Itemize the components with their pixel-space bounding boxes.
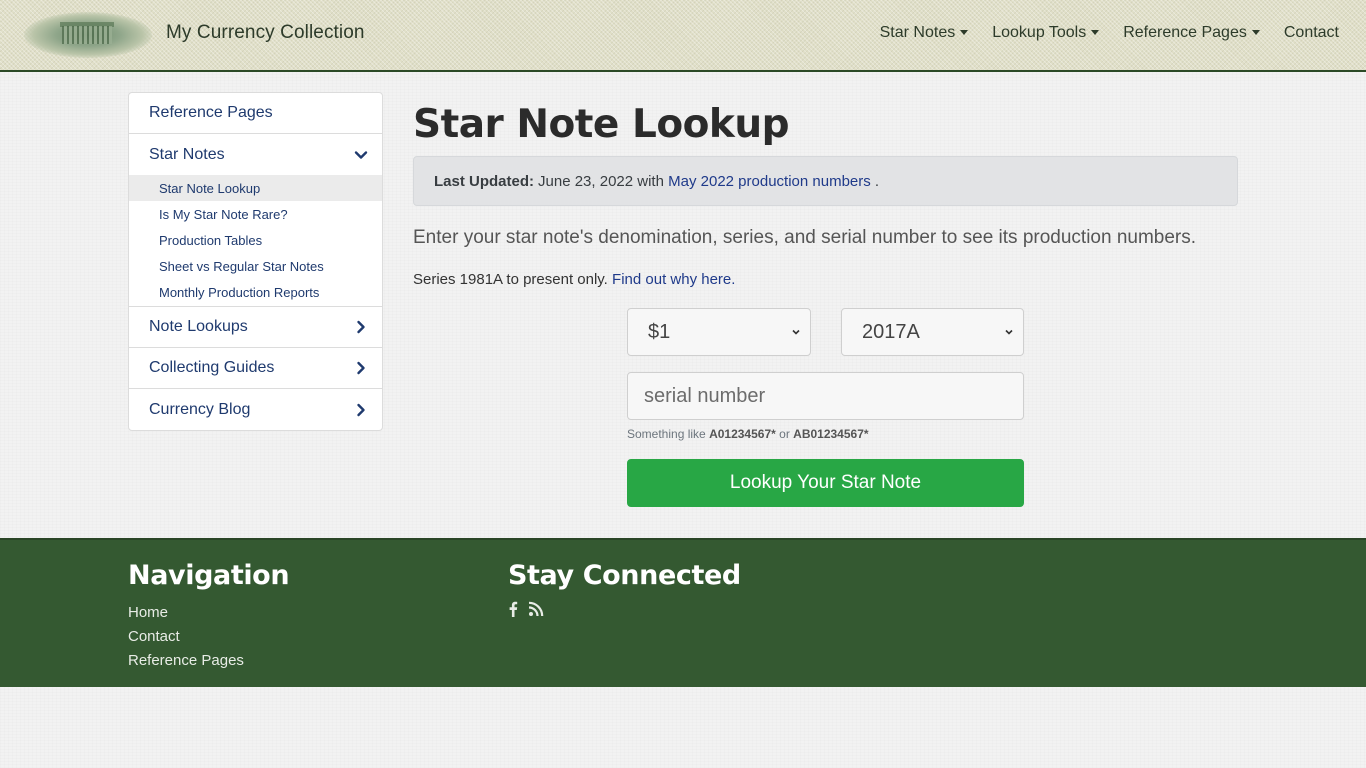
sidebar-item-label: Currency Blog xyxy=(149,400,251,418)
sidebar-item-label: Note Lookups xyxy=(149,318,248,335)
sidebar-item-collecting-guides[interactable]: Collecting Guides xyxy=(129,348,382,389)
chevron-down-icon xyxy=(1005,329,1013,335)
lead-text: Enter your star note's denomination, ser… xyxy=(413,227,1197,248)
rss-icon[interactable] xyxy=(528,601,544,617)
sidebar-item-label: Reference Pages xyxy=(149,104,273,121)
last-updated-alert: Last Updated: June 23, 2022 with May 202… xyxy=(413,156,1238,206)
footer-navigation: Navigation Home Contact Reference Pages xyxy=(128,560,290,673)
nav-label: Reference Pages xyxy=(1123,24,1247,41)
help-prefix: Something like xyxy=(627,427,706,441)
caret-down-icon xyxy=(1251,29,1260,35)
facebook-icon[interactable] xyxy=(508,601,518,617)
denomination-select[interactable]: $1 xyxy=(627,308,811,356)
sidebar-subitem-is-my-star-note-rare[interactable]: Is My Star Note Rare? xyxy=(129,201,382,227)
chevron-down-icon xyxy=(792,329,800,335)
alert-suffix: . xyxy=(874,172,880,190)
series-select[interactable]: 2017A xyxy=(841,308,1024,356)
nav-reference-pages[interactable]: Reference Pages xyxy=(1123,24,1260,42)
footer-link-home[interactable]: Home xyxy=(128,601,289,625)
alert-date: June 23, 2022 with xyxy=(538,172,664,190)
nav-label: Star Notes xyxy=(879,24,956,41)
chevron-down-icon xyxy=(354,150,368,159)
footer-connect: Stay Connected xyxy=(508,560,741,617)
find-out-why-link[interactable]: Find out why here. xyxy=(612,271,735,288)
serial-number-input[interactable] xyxy=(627,372,1024,420)
help-example-2: AB01234567* xyxy=(793,427,869,441)
nav-label: Lookup Tools xyxy=(992,24,1087,41)
sidebar-item-note-lookups[interactable]: Note Lookups xyxy=(129,307,382,348)
serial-help-text: Something like A01234567* or AB01234567* xyxy=(627,427,869,441)
series-note-text: Series 1981A to present only. xyxy=(413,271,608,288)
sidebar-subitem-sheet-vs-regular[interactable]: Sheet vs Regular Star Notes xyxy=(129,253,382,279)
nav-lookup-tools[interactable]: Lookup Tools xyxy=(992,24,1100,42)
main-nav: Star Notes Lookup Tools Reference Pages … xyxy=(856,24,1339,42)
nav-label: Contact xyxy=(1283,24,1339,41)
star-notes-submenu: Star Note Lookup Is My Star Note Rare? P… xyxy=(129,175,382,307)
production-numbers-link[interactable]: May 2022 production numbers xyxy=(668,173,871,190)
social-links xyxy=(508,601,741,617)
sidebar-item-reference-pages[interactable]: Reference Pages xyxy=(129,93,382,134)
help-example-1: A01234567* xyxy=(709,427,776,441)
denomination-value: $1 xyxy=(648,320,671,343)
caret-down-icon xyxy=(1091,29,1100,35)
sidebar-item-label: Star Notes xyxy=(149,145,225,163)
footer-nav-heading: Navigation xyxy=(128,560,290,591)
series-note: Series 1981A to present only. Find out w… xyxy=(413,271,735,288)
footer-link-contact[interactable]: Contact xyxy=(128,625,289,649)
top-navbar: My Currency Collection Star Notes Lookup… xyxy=(0,0,1366,72)
chevron-right-icon xyxy=(357,320,365,334)
series-value: 2017A xyxy=(862,320,920,343)
sidebar-subitem-production-tables[interactable]: Production Tables xyxy=(129,227,382,253)
chevron-right-icon xyxy=(357,361,365,375)
page-title: Star Note Lookup xyxy=(413,102,790,147)
help-middle: or xyxy=(779,427,790,441)
treasury-logo-icon[interactable] xyxy=(24,12,152,58)
footer-connect-heading: Stay Connected xyxy=(508,560,741,591)
chevron-right-icon xyxy=(357,403,365,416)
lookup-submit-button[interactable]: Lookup Your Star Note xyxy=(627,459,1024,507)
sidebar-subitem-star-note-lookup[interactable]: Star Note Lookup xyxy=(129,175,382,201)
nav-star-notes[interactable]: Star Notes xyxy=(880,24,969,42)
logo-building xyxy=(62,26,112,44)
sidebar-subitem-monthly-reports[interactable]: Monthly Production Reports xyxy=(129,279,382,305)
nav-contact[interactable]: Contact xyxy=(1284,24,1339,42)
sidebar-item-star-notes[interactable]: Star Notes xyxy=(129,134,382,175)
caret-down-icon xyxy=(960,29,969,35)
alert-label: Last Updated: xyxy=(434,172,535,190)
brand-link[interactable]: My Currency Collection xyxy=(166,22,365,44)
footer: Navigation Home Contact Reference Pages … xyxy=(0,538,1366,687)
sidebar-item-currency-blog[interactable]: Currency Blog xyxy=(129,389,382,430)
footer-link-reference-pages[interactable]: Reference Pages xyxy=(128,649,289,673)
sidebar: Reference Pages Star Notes Star Note Loo… xyxy=(128,92,383,431)
sidebar-item-label: Collecting Guides xyxy=(149,359,275,376)
